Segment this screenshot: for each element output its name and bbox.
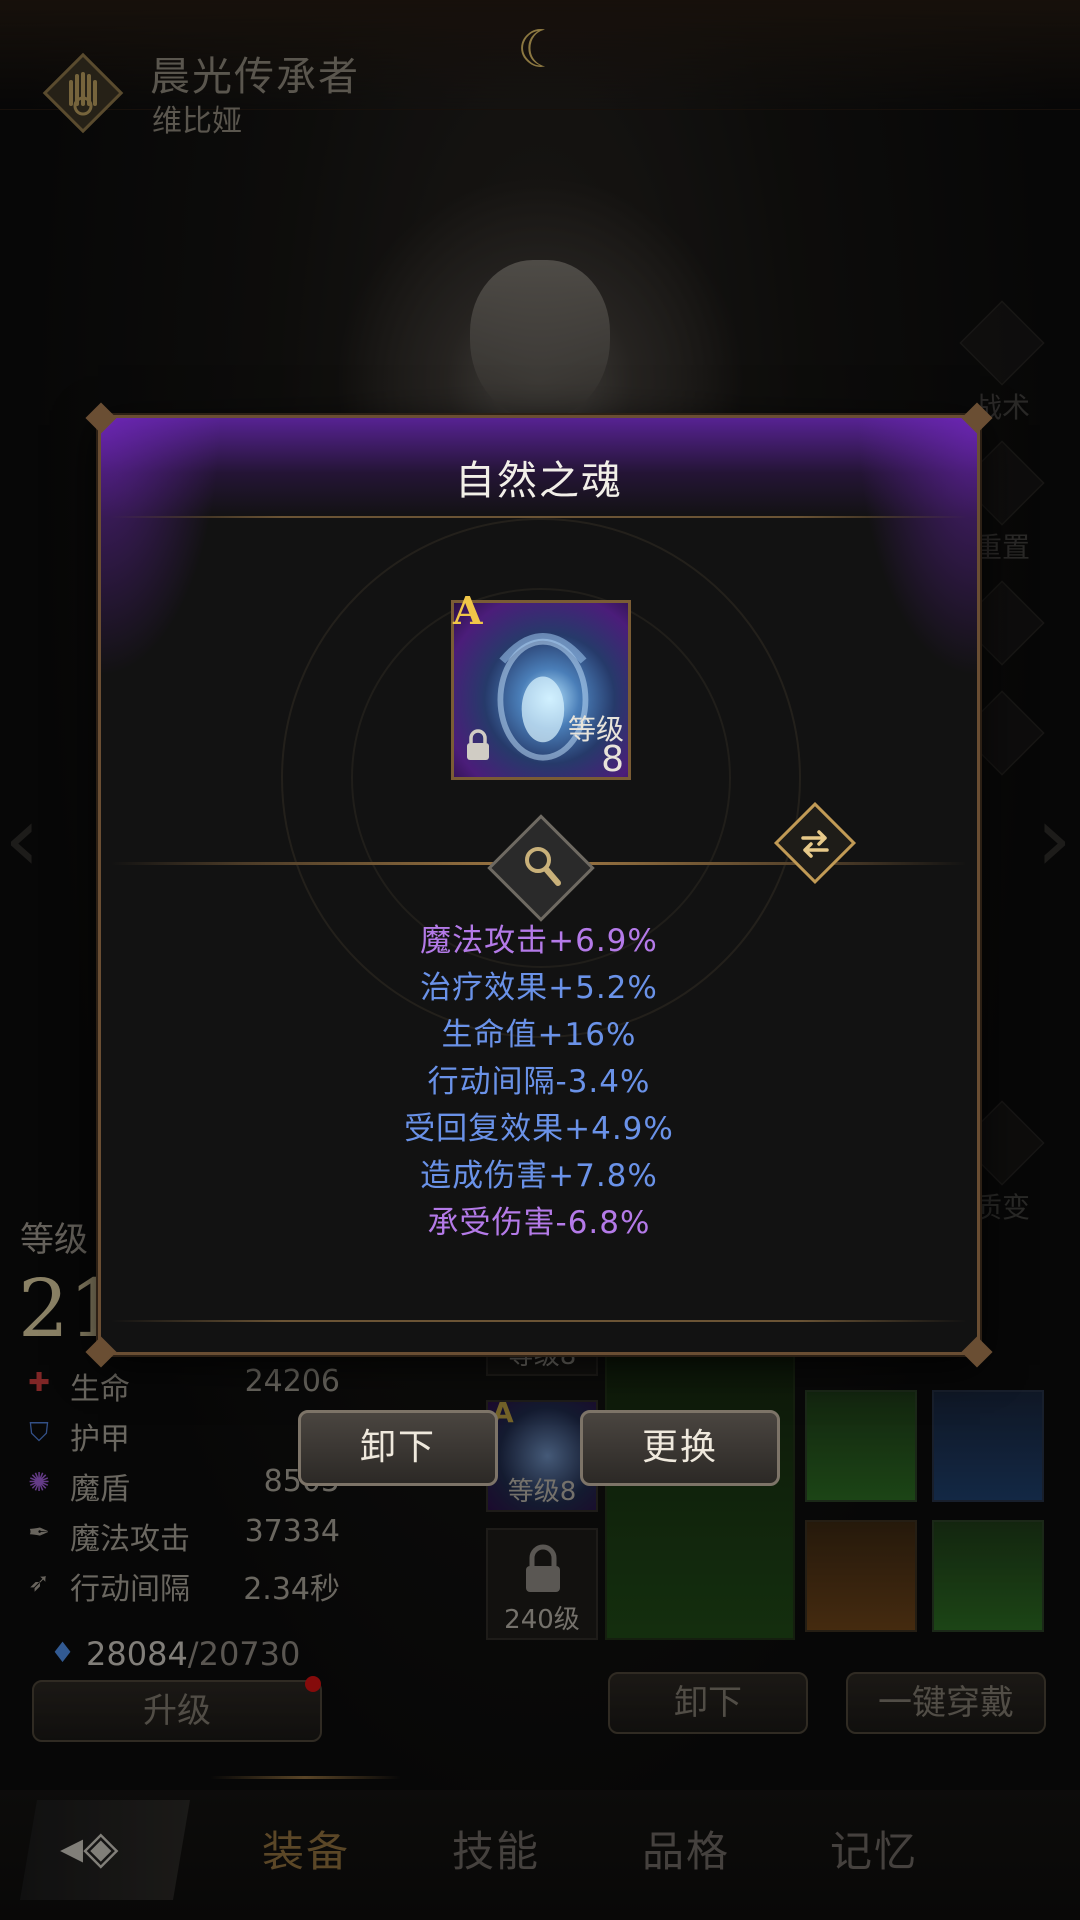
attribute-line: 生命值+16% bbox=[441, 1017, 637, 1053]
magnifier-icon bbox=[525, 847, 561, 886]
modal-bottom-divider bbox=[111, 1320, 967, 1322]
item-rank-badge: A bbox=[453, 588, 483, 633]
unequip-button[interactable]: 卸下 bbox=[298, 1410, 498, 1486]
attribute-line: 造成伤害+7.8% bbox=[420, 1158, 658, 1194]
attribute-list: 魔法攻击+6.9% 治疗效果+5.2% 生命值+16% 行动间隔-3.4% 受回… bbox=[101, 918, 977, 1247]
attribute-line: 受回复效果+4.9% bbox=[404, 1111, 674, 1147]
item-lock-icon[interactable] bbox=[463, 728, 493, 762]
attribute-line: 治疗效果+5.2% bbox=[420, 970, 658, 1006]
item-detail-modal: 自然之魂 等级 8 A 魔法攻击+6.9% 治疗效果+5.2% 生命值+16% … bbox=[85, 402, 993, 1368]
replace-button[interactable]: 更换 bbox=[580, 1410, 780, 1486]
attribute-line: 行动间隔-3.4% bbox=[427, 1064, 651, 1100]
attribute-line: 魔法攻击+6.9% bbox=[420, 923, 658, 959]
attribute-line: 承受伤害-6.8% bbox=[427, 1205, 651, 1241]
item-level-value: 8 bbox=[601, 739, 624, 780]
item-level: 等级 8 bbox=[568, 715, 624, 780]
swap-arrows-icon bbox=[801, 830, 829, 858]
modal-title: 自然之魂 bbox=[455, 458, 623, 504]
